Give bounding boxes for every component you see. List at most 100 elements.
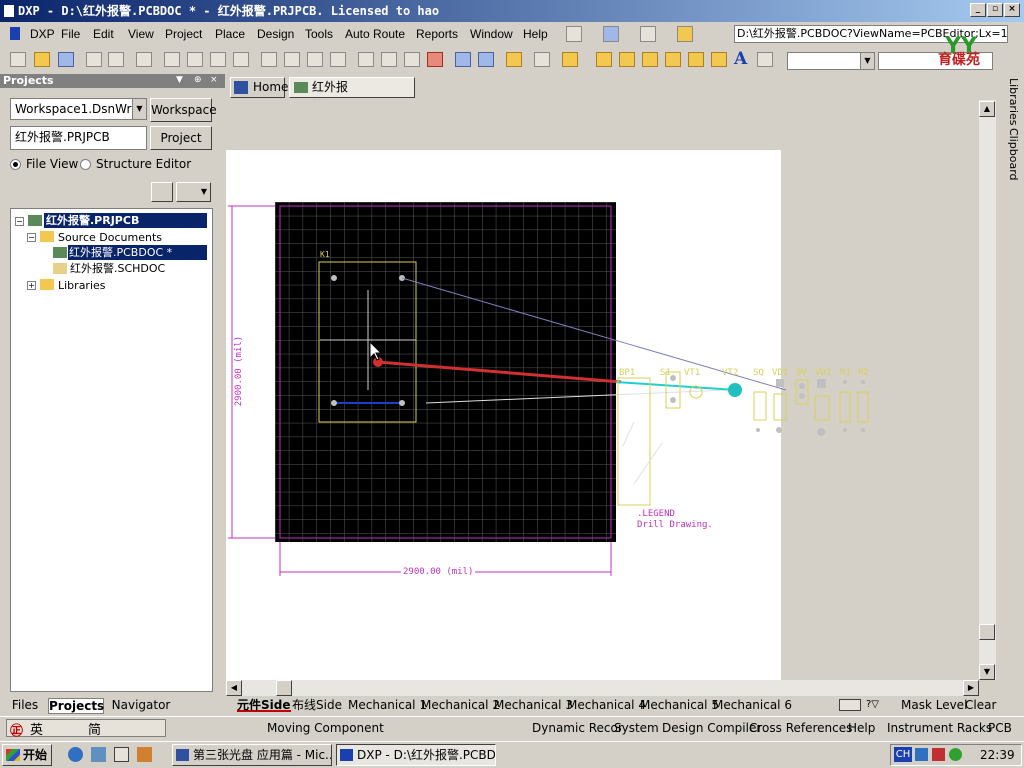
paste-icon[interactable]: [307, 52, 323, 67]
close-button[interactable]: ×: [1004, 3, 1020, 17]
scroll-right-icon[interactable]: ▶: [963, 680, 979, 696]
status-cross-references[interactable]: Cross References: [749, 721, 852, 735]
menu-tools[interactable]: Tools: [305, 27, 333, 41]
pcb-canvas[interactable]: [226, 100, 979, 680]
place-component-icon[interactable]: [757, 52, 773, 67]
place-fill-icon[interactable]: [688, 52, 704, 67]
zoom-last-icon[interactable]: [233, 52, 249, 67]
workspace-combo[interactable]: Workspace1.DsnWrk ▼: [10, 98, 147, 120]
project-options-icon[interactable]: ▼: [176, 182, 211, 202]
workspace-button[interactable]: Workspace: [150, 98, 217, 122]
tree-pcb-document[interactable]: 红外报警.PCBDOC *: [68, 245, 207, 260]
filter-combo[interactable]: ▼: [787, 52, 875, 70]
copy-icon[interactable]: [284, 52, 300, 67]
layer-tab-top[interactable]: 元件Side: [237, 698, 291, 712]
tree-source-documents[interactable]: Source Documents: [58, 230, 162, 245]
snap-icon[interactable]: [640, 26, 656, 42]
menu-auto-route[interactable]: Auto Route: [345, 27, 405, 41]
mask-level-button[interactable]: Mask Level: [901, 698, 967, 712]
expand-icon[interactable]: +: [27, 281, 36, 290]
layer-tab-mech4[interactable]: Mechanical 4: [567, 698, 646, 712]
sidebar-tab-libraries[interactable]: Libraries: [1000, 78, 1020, 126]
move-icon[interactable]: [381, 52, 397, 67]
task-dxp[interactable]: DXP - D:\红外报警.PCBD...: [336, 744, 496, 766]
chart-icon[interactable]: [566, 26, 582, 42]
menu-edit[interactable]: Edit: [93, 27, 114, 41]
panel-close-icon[interactable]: ×: [210, 75, 218, 85]
scroll-thumb-vertical[interactable]: [979, 624, 995, 640]
layer-nav-icon[interactable]: [839, 699, 861, 711]
tree-sch-document[interactable]: 红外报警.SCHDOC: [70, 261, 165, 276]
compile-icon[interactable]: [151, 182, 173, 202]
menu-place[interactable]: Place: [215, 27, 245, 41]
layer-tab-mech3[interactable]: Mechanical 3: [494, 698, 573, 712]
project-field[interactable]: 红外报警.PRJPCB: [10, 126, 147, 150]
tab-home[interactable]: Home: [230, 77, 288, 98]
tab-navigator[interactable]: Navigator: [108, 698, 174, 714]
layers-icon[interactable]: [603, 26, 619, 42]
ie-icon[interactable]: [68, 747, 83, 762]
menu-design[interactable]: Design: [257, 27, 294, 41]
zoom-selected-icon[interactable]: [210, 52, 226, 67]
undo-icon[interactable]: [455, 52, 471, 67]
print-icon[interactable]: [86, 52, 102, 67]
menu-project[interactable]: Project: [165, 27, 202, 41]
tab-files[interactable]: Files: [6, 698, 44, 714]
menu-file[interactable]: File: [61, 27, 80, 41]
lang-indicator[interactable]: CH: [894, 747, 912, 762]
zoom-fit-icon[interactable]: [164, 52, 180, 67]
layer-tab-bottom[interactable]: 布线Side: [292, 698, 342, 712]
place-via-icon[interactable]: [642, 52, 658, 67]
ime-mode[interactable]: 英: [30, 719, 43, 738]
scroll-left-icon[interactable]: ◀: [226, 680, 242, 696]
clear-button[interactable]: Clear: [965, 698, 996, 712]
pin-icon[interactable]: ⊕: [194, 75, 202, 85]
layer-tab-mech6[interactable]: Mechanical 6: [713, 698, 792, 712]
layer-tab-mech1[interactable]: Mechanical 1: [348, 698, 427, 712]
menu-reports[interactable]: Reports: [416, 27, 458, 41]
redo-icon[interactable]: [478, 52, 494, 67]
menu-help[interactable]: Help: [523, 27, 548, 41]
tray-icon[interactable]: [949, 748, 962, 761]
scroll-up-icon[interactable]: ▲: [979, 101, 995, 117]
new-icon[interactable]: [10, 52, 26, 67]
align-icon[interactable]: [677, 26, 693, 42]
place-text-icon[interactable]: A: [734, 50, 750, 68]
layer-tab-mech2[interactable]: Mechanical 2: [421, 698, 500, 712]
restore-button[interactable]: ▫: [987, 3, 1003, 17]
tray-icon[interactable]: [932, 748, 945, 761]
outlook-icon[interactable]: [91, 747, 106, 762]
app-icon[interactable]: [137, 747, 152, 762]
scroll-thumb-horizontal[interactable]: [276, 680, 292, 696]
menu-dxp[interactable]: DXP: [30, 27, 55, 41]
vertical-scrollbar[interactable]: [979, 100, 996, 680]
minimize-button[interactable]: _: [970, 3, 986, 17]
save-icon[interactable]: [58, 52, 74, 67]
print-preview-icon[interactable]: [108, 52, 124, 67]
file-view-radio[interactable]: [10, 159, 21, 170]
panel-menu-icon[interactable]: ▼: [176, 75, 183, 85]
open-icon[interactable]: [34, 52, 50, 67]
place-pad-icon[interactable]: [619, 52, 635, 67]
tree-root-project[interactable]: 红外报警.PRJPCB: [44, 213, 207, 228]
browse-icon[interactable]: [534, 52, 550, 67]
status-dynamic-record[interactable]: Dynamic Recor: [532, 721, 623, 735]
tab-pcb-document[interactable]: 红外报警.PCBDOC *: [289, 77, 415, 113]
status-design-compiler[interactable]: Design Compiler: [662, 721, 761, 735]
help-icon[interactable]: [562, 52, 578, 67]
place-arc-icon[interactable]: [665, 52, 681, 67]
layer-tab-mech5[interactable]: Mechanical 5: [640, 698, 719, 712]
select-area-icon[interactable]: [358, 52, 374, 67]
cut-icon[interactable]: [261, 52, 277, 67]
chevron-down-icon[interactable]: ▼: [132, 99, 146, 119]
sidebar-tab-clipboard[interactable]: Clipboard: [1000, 128, 1020, 181]
desktop-icon[interactable]: [114, 747, 129, 762]
collapse-icon[interactable]: −: [15, 217, 24, 226]
interactive-route-icon[interactable]: [596, 52, 612, 67]
project-button[interactable]: Project: [150, 126, 212, 150]
status-system[interactable]: System: [614, 721, 659, 735]
collapse-icon[interactable]: −: [27, 233, 36, 242]
deselect-icon[interactable]: [404, 52, 420, 67]
task-word[interactable]: 第三张光盘 应用篇 - Mic...: [172, 744, 332, 766]
start-button[interactable]: 开始: [2, 744, 52, 766]
